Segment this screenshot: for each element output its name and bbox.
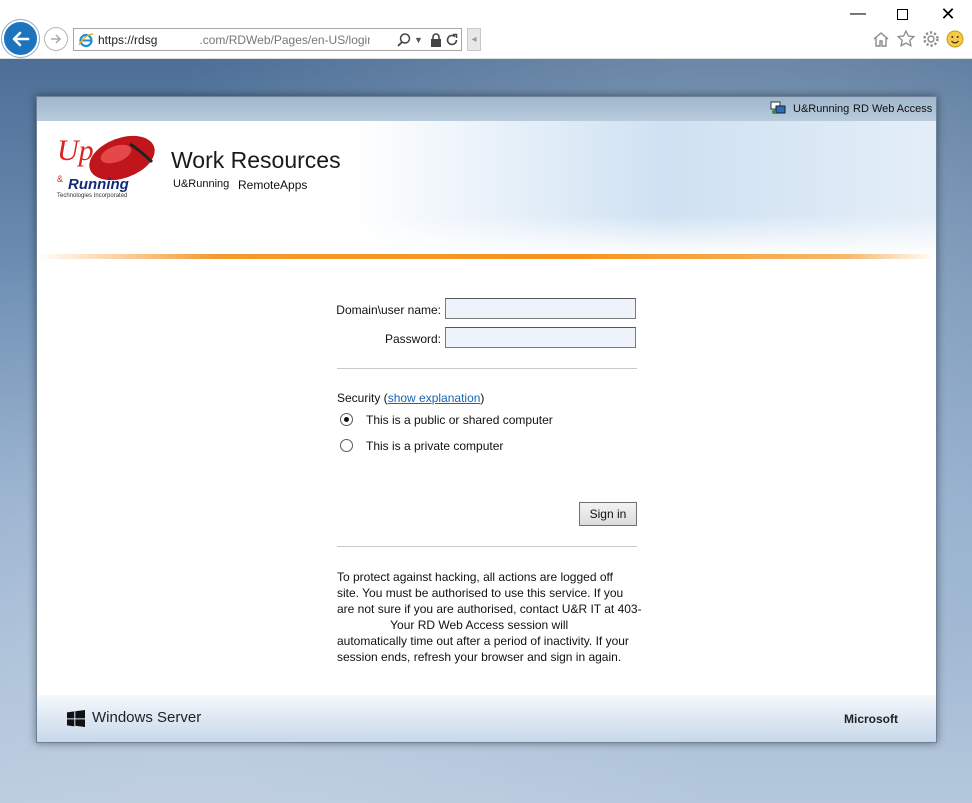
address-url[interactable]: https://rdsg .com/RDWeb/Pages/en-US/login… [98,33,370,47]
chevron-down-icon[interactable]: ▼ [414,32,424,48]
address-url-host: https://rdsg [98,33,158,47]
topbar-app-name: RD Web Access [853,103,933,115]
form-divider [337,368,637,369]
company-logo: Up Running & Technologies Incorporated [56,132,166,200]
header-divider [37,254,936,259]
refresh-icon[interactable] [444,32,460,48]
maximize-icon [896,9,908,20]
microsoft-label: Microsoft [844,712,898,726]
page-title: Work Resources [171,147,341,173]
close-button[interactable]: ✕ [936,4,960,26]
ie-logo-icon [78,33,94,48]
windows-logo-icon [67,710,85,727]
notice-line: are not sure if you are authorised, cont… [337,602,642,616]
username-input[interactable] [445,298,636,319]
show-explanation-link[interactable]: show explanation [388,391,481,405]
svg-text:Up: Up [57,134,94,167]
topbar-org-name: U&Running [793,103,850,115]
favorites-star-icon[interactable] [896,29,916,49]
notice-line: site. You must be authorised to use this… [337,586,624,600]
rdweb-panel: U&Running RD Web Access Up Running & Tec… [36,96,937,743]
feedback-smiley-icon[interactable] [945,29,965,49]
password-label: Password: [384,332,441,346]
sign-in-button[interactable]: Sign in [579,502,637,526]
maximize-button[interactable] [890,4,914,26]
address-url-path: .com/RDWeb/Pages/en-US/login.asp [199,33,370,47]
lock-icon[interactable] [429,32,443,48]
forward-arrow-icon [51,34,62,44]
svg-text:Technologies Incorporated: Technologies Incorporated [57,193,127,199]
subtitle-app: RemoteApps [238,178,308,192]
security-prefix: Security ( [337,391,388,405]
panel-header: Up Running & Technologies Incorporated W… [37,121,936,255]
public-computer-label[interactable]: This is a public or shared computer [366,413,553,427]
home-icon[interactable] [871,29,891,49]
public-computer-radio[interactable] [340,413,353,426]
security-label: Security (show explanation) [337,391,484,405]
settings-gear-icon[interactable] [921,29,941,49]
back-button[interactable] [2,20,39,57]
panel-topbar: U&Running RD Web Access [37,97,936,121]
new-tab-button[interactable]: ◂ [467,28,481,51]
address-bar[interactable]: https://rdsg .com/RDWeb/Pages/en-US/login… [73,28,462,51]
forward-button[interactable] [44,27,68,51]
private-computer-label[interactable]: This is a private computer [366,439,503,453]
radio-selected-dot [344,417,349,422]
notice-line: session ends, refresh your browser and s… [337,650,622,664]
minimize-button[interactable]: — [846,4,870,26]
svg-text:&: & [57,174,63,184]
notice-line: To protect against hacking, all actions … [337,570,613,584]
rd-web-access-icon [770,101,786,114]
subtitle-org: U&Running [173,178,230,190]
notice-divider [337,546,637,547]
browser-chrome: — ✕ https://rdsg .com/RDWeb/Pages/en-US/l… [0,0,972,59]
private-computer-radio[interactable] [340,439,353,452]
password-input[interactable] [445,327,636,348]
windows-server-label: Windows Server [92,709,202,726]
svg-text:Running: Running [68,176,129,193]
search-icon[interactable] [396,32,412,48]
notice-line: automatically time out after a period of… [337,634,629,648]
notice-line: Your RD Web Access session will [337,618,569,632]
security-suffix: ) [480,391,485,405]
panel-footer: Windows Server Microsoft [37,695,936,742]
back-arrow-icon [12,31,30,47]
username-label: Domain\user name: [336,303,441,317]
security-notice: To protect against hacking, all actions … [337,569,642,665]
